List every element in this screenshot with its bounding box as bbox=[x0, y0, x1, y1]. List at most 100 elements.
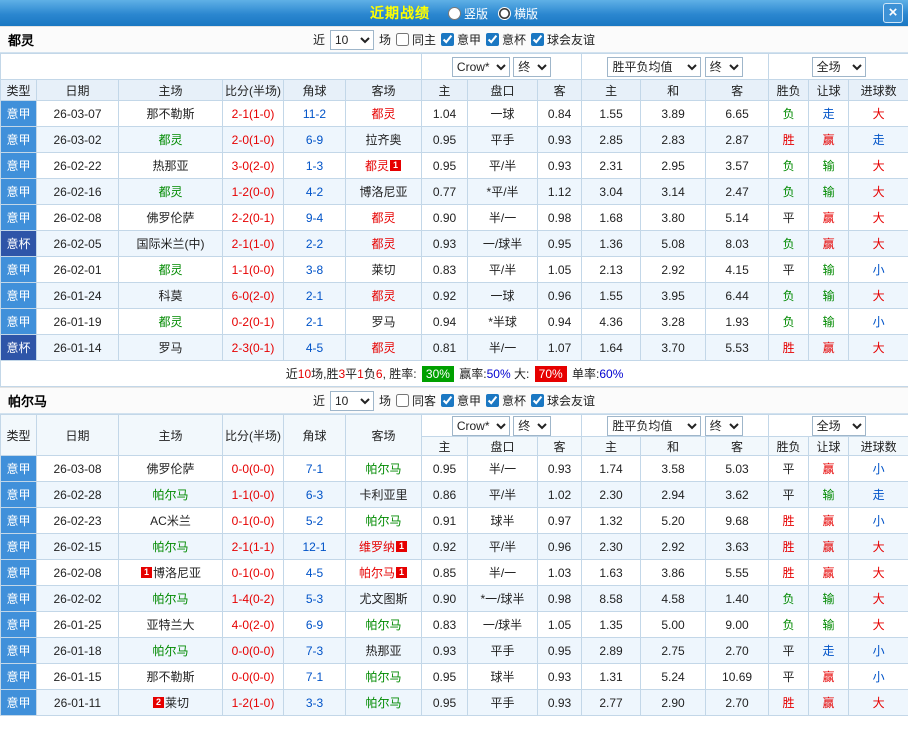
cell-corner: 4-5 bbox=[283, 559, 346, 586]
summary-part: 70% bbox=[534, 366, 567, 382]
cell-d: 5.24 bbox=[640, 663, 707, 690]
column-header: 主 bbox=[581, 79, 642, 101]
cell-w: 1.55 bbox=[581, 100, 642, 127]
match-row: 意甲 26-01-18 帕尔马 0-0(0-0) 7-3 热那亚 0.93 平手 0.95 2.8… bbox=[0, 637, 908, 664]
cell-h: 0.95 bbox=[421, 455, 468, 482]
cell-l: 3.63 bbox=[705, 533, 770, 560]
friendly-checkbox[interactable] bbox=[531, 33, 545, 46]
cell-h: 1.04 bbox=[421, 100, 469, 127]
cell-corner: 3-8 bbox=[283, 256, 346, 283]
same-venue-checkbox[interactable] bbox=[395, 33, 409, 46]
cell-a: 1.03 bbox=[536, 559, 583, 586]
cell-away: 帕尔马 bbox=[345, 689, 422, 716]
cell-score: 0-0(0-0) bbox=[222, 455, 284, 482]
column-header: 和 bbox=[640, 436, 707, 456]
cell-a: 0.98 bbox=[537, 204, 583, 231]
red-card-badge: 1 bbox=[390, 160, 402, 171]
league-checkbox[interactable] bbox=[441, 33, 454, 46]
games-count-select[interactable]: 10 bbox=[329, 390, 374, 411]
close-button[interactable]: × bbox=[883, 3, 903, 23]
avg-odds-select[interactable]: 胜平负均值 bbox=[607, 415, 702, 436]
filter-cup[interactable]: 意杯 bbox=[486, 392, 526, 409]
filter-league[interactable]: 意甲 bbox=[441, 31, 481, 48]
bookmaker-select[interactable]: Crow* bbox=[451, 56, 510, 77]
cell-score: 1-2(1-0) bbox=[222, 689, 284, 716]
layout-radio-horizontal[interactable]: 横版 bbox=[498, 5, 538, 22]
cell-res: 负 bbox=[768, 230, 810, 257]
friendly-checkbox[interactable] bbox=[531, 394, 545, 407]
cell-home: 都灵 bbox=[118, 126, 223, 153]
cell-home: 罗马 bbox=[118, 334, 223, 361]
team-name-parma: 帕尔马 bbox=[8, 394, 48, 409]
cell-res: 负 bbox=[768, 152, 810, 179]
filter-cup[interactable]: 意杯 bbox=[486, 31, 526, 48]
cell-type: 意甲 bbox=[0, 507, 37, 534]
avg-final-select[interactable]: 终 bbox=[704, 56, 743, 77]
match-row: 意甲 26-01-11 2 莱切 1-2(1-0) 3-3 帕尔马 0.95 平手 0.93 2.7… bbox=[0, 689, 908, 716]
cell-type: 意杯 bbox=[0, 230, 37, 257]
cell-l: 9.68 bbox=[705, 507, 770, 534]
match-row: 意甲 26-02-02 帕尔马 1-4(0-2) 5-3 尤文图斯 0.90 *一/球半 0.9… bbox=[0, 585, 908, 612]
cell-corner: 7-1 bbox=[283, 455, 346, 482]
cell-date: 26-01-18 bbox=[36, 637, 119, 664]
cup-checkbox[interactable] bbox=[486, 33, 500, 46]
games-label: 场 bbox=[378, 33, 391, 47]
cell-l: 5.03 bbox=[705, 455, 770, 482]
filter-same-venue[interactable]: 同主 bbox=[395, 31, 436, 48]
match-row: 意甲 26-02-23 AC米兰 0-1(0-0) 5-2 帕尔马 0.91 球半 0.97 1.… bbox=[0, 507, 908, 534]
games-count-select[interactable]: 10 bbox=[329, 29, 374, 50]
match-row: 意甲 26-02-15 帕尔马 2-1(1-1) 12-1 维罗纳 1 0.92 平/半 0.96… bbox=[0, 533, 908, 560]
cup-checkbox[interactable] bbox=[486, 394, 500, 407]
scope-select[interactable]: 全场 bbox=[811, 415, 866, 436]
horizontal-radio[interactable] bbox=[498, 6, 511, 20]
vertical-radio[interactable] bbox=[447, 6, 461, 20]
cell-res: 胜 bbox=[768, 689, 810, 716]
cell-hcp: 赢 bbox=[808, 334, 850, 361]
cell-res: 胜 bbox=[768, 126, 810, 153]
handicap-final-select[interactable]: 终 bbox=[513, 56, 552, 77]
bookmaker-select[interactable]: Crow* bbox=[451, 415, 510, 436]
cell-d: 3.14 bbox=[640, 178, 707, 205]
avg-final-select[interactable]: 终 bbox=[704, 415, 743, 436]
cell-hcp: 赢 bbox=[808, 689, 850, 716]
cell-ou: 小 bbox=[848, 637, 908, 664]
handicap-final-select[interactable]: 终 bbox=[513, 415, 552, 436]
column-header-row: 类型 日期 主场 比分(半场) 角球 客场 主 盘口 客 主 和 客 胜负 让球… bbox=[0, 79, 908, 101]
match-row: 意杯 26-02-05 国际米兰(中) 2-1(1-0) 2-2 都灵 0.93 一/球半 0.… bbox=[0, 230, 908, 257]
scope-controls: 全场 bbox=[768, 414, 908, 437]
layout-radio-vertical[interactable]: 竖版 bbox=[447, 5, 488, 22]
cell-a: 0.97 bbox=[536, 507, 583, 534]
cell-ou: 大 bbox=[848, 334, 908, 361]
cell-ou: 大 bbox=[848, 230, 908, 257]
match-row: 意甲 26-01-24 科莫 6-0(2-0) 2-1 都灵 0.92 一球 0.96 1.55 3… bbox=[0, 282, 908, 309]
cell-res: 负 bbox=[768, 611, 810, 638]
column-header: 类型 bbox=[0, 414, 37, 456]
same-venue-checkbox[interactable] bbox=[395, 394, 409, 407]
filter-friendly[interactable]: 球会友谊 bbox=[531, 31, 595, 48]
friendly-label: 球会友谊 bbox=[547, 33, 596, 47]
cell-ou: 大 bbox=[848, 152, 908, 179]
section-header-torino: 都灵 近 10 场 同主 意甲 意杯 球会友谊 bbox=[0, 26, 908, 53]
cell-corner: 9-4 bbox=[283, 204, 346, 231]
filter-same-venue[interactable]: 同客 bbox=[395, 392, 436, 409]
cell-score: 2-2(0-1) bbox=[222, 204, 284, 231]
recent-results-window: 近期战绩 竖版 横版 × 都灵 近 10 场 同主 意甲 意杯 球会友谊 Cro… bbox=[0, 0, 908, 716]
filter-friendly[interactable]: 球会友谊 bbox=[531, 392, 595, 409]
cell-home: 国际米兰(中) bbox=[118, 230, 223, 257]
column-header: 角球 bbox=[283, 79, 346, 101]
cell-corner: 7-3 bbox=[283, 637, 346, 664]
avg-odds-select[interactable]: 胜平负均值 bbox=[607, 56, 702, 77]
column-header: 主 bbox=[421, 436, 468, 456]
summary-row: 近10场,胜3平1负6, 胜率: 30% 赢率:50% 大: 70% 单率:60… bbox=[0, 360, 908, 387]
cell-res: 胜 bbox=[768, 533, 810, 560]
cell-d: 5.20 bbox=[640, 507, 707, 534]
column-header: 让球 bbox=[808, 436, 850, 456]
cell-l: 3.57 bbox=[705, 152, 770, 179]
filter-league[interactable]: 意甲 bbox=[441, 392, 481, 409]
cell-line: 一球 bbox=[467, 100, 539, 127]
cell-hcp: 赢 bbox=[808, 455, 850, 482]
league-checkbox[interactable] bbox=[441, 394, 454, 407]
scope-select[interactable]: 全场 bbox=[811, 56, 866, 77]
window-title: 近期战绩 bbox=[369, 5, 430, 21]
cell-type: 意甲 bbox=[0, 455, 37, 482]
